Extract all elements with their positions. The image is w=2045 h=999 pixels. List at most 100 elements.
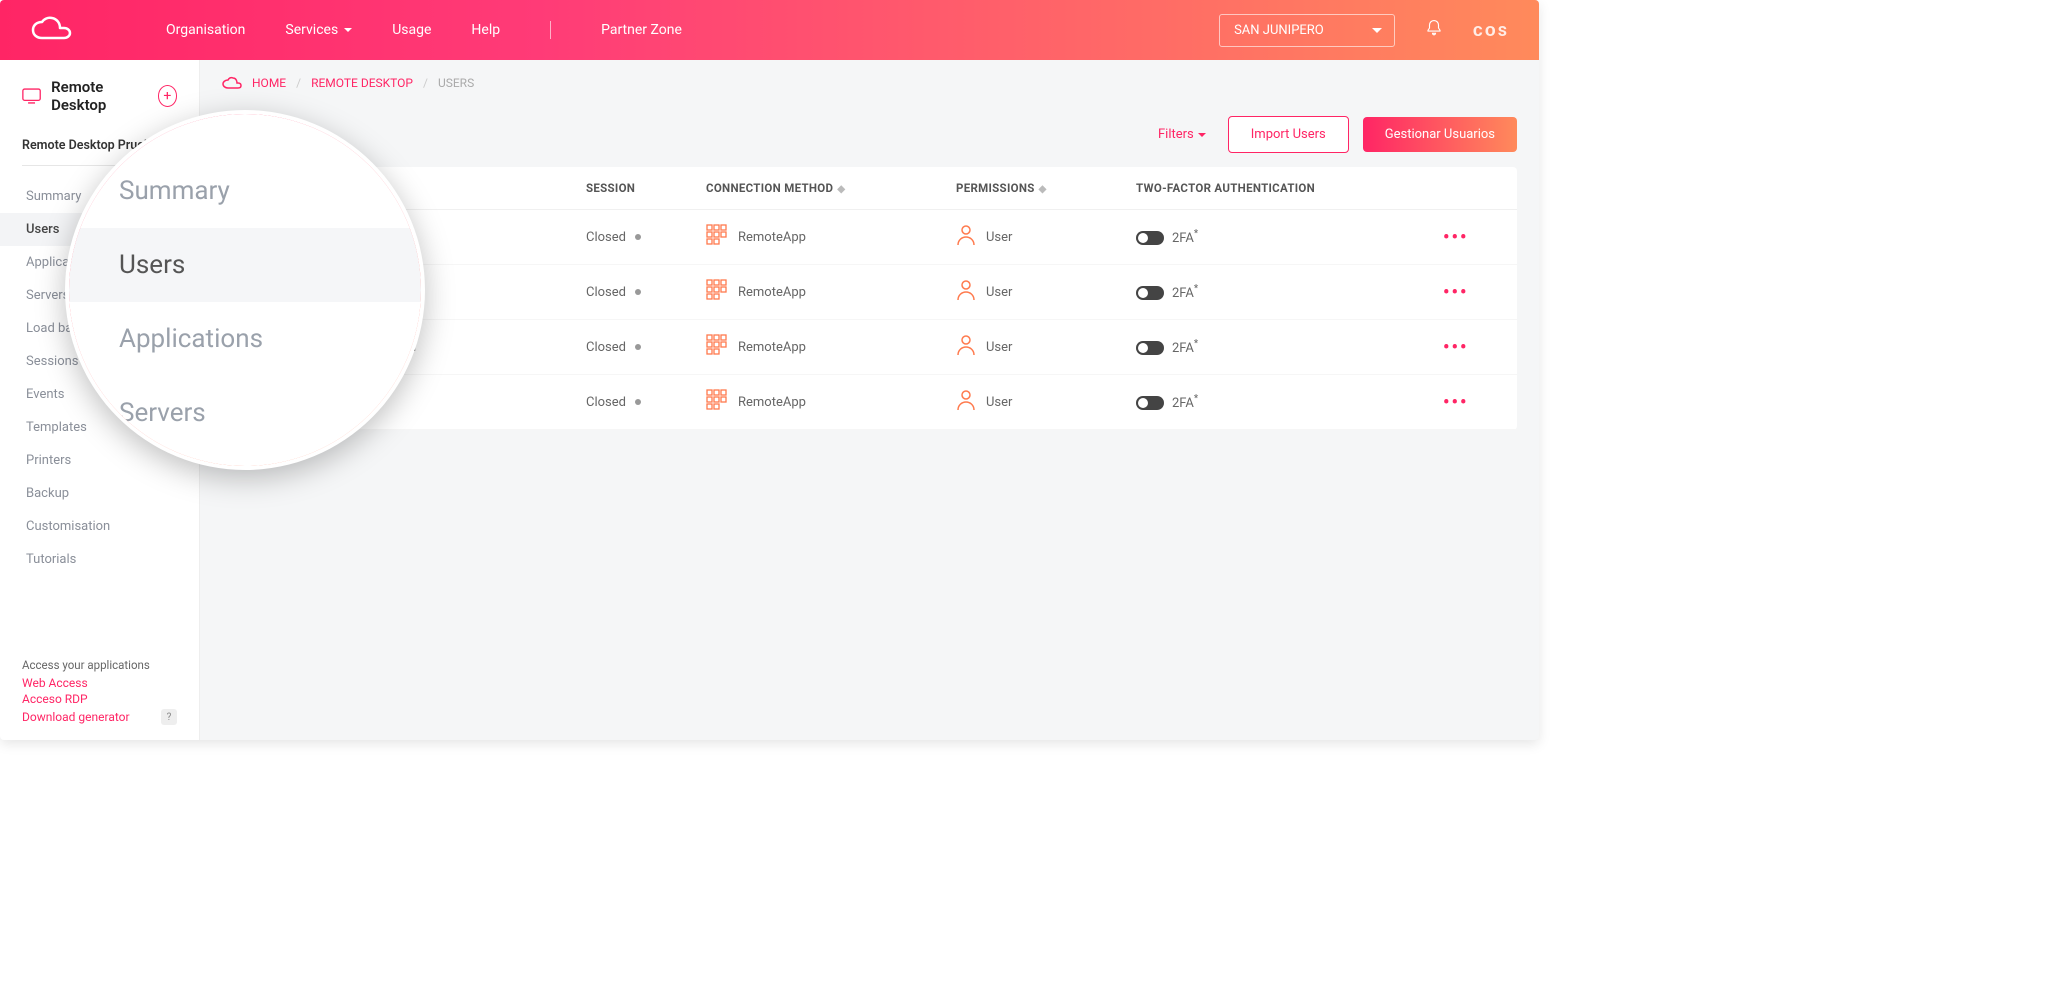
nav-organisation[interactable]: Organisation xyxy=(166,22,245,38)
cell-connection: RemoteApp xyxy=(706,334,956,360)
manage-users-button[interactable]: Gestionar Usuarios xyxy=(1363,117,1517,152)
cell-session: Closed xyxy=(586,285,706,300)
nav-help[interactable]: Help xyxy=(471,22,500,38)
col-header-actions xyxy=(1443,181,1493,195)
link-acceso-rdp[interactable]: Acceso RDP xyxy=(22,692,177,706)
col-header-permissions[interactable]: PERMISSIONS◆ xyxy=(956,181,1136,195)
breadcrumb-sep: / xyxy=(423,76,428,90)
nav-services[interactable]: Services xyxy=(285,22,352,38)
breadcrumb-remote-desktop[interactable]: REMOTE DESKTOP xyxy=(311,76,413,90)
row-actions-button[interactable]: ••• xyxy=(1443,282,1468,303)
cell-session: Closed xyxy=(586,340,706,355)
cell-permission: User xyxy=(956,279,1136,305)
remote-desktop-icon xyxy=(22,87,41,105)
chevron-down-icon xyxy=(1198,133,1206,141)
topbar-right: SAN JUNIPERO ᴄᴏs xyxy=(1219,14,1509,47)
nav-divider xyxy=(550,21,551,39)
magnifier-item: Servers xyxy=(119,376,421,450)
apps-grid-icon xyxy=(706,389,728,415)
cell-session: Closed xyxy=(586,230,706,245)
col-header-session[interactable]: SESSION xyxy=(586,181,706,195)
cell-actions: ••• xyxy=(1443,227,1493,248)
row-actions-button[interactable]: ••• xyxy=(1443,227,1468,248)
cloud-icon xyxy=(222,76,242,90)
filters-label: Filters xyxy=(1158,127,1194,142)
magnifier-overlay: SummaryUsersApplicationsServersad balanc… xyxy=(65,110,425,470)
col-header-connection[interactable]: CONNECTION METHOD ◆ xyxy=(706,181,956,195)
top-nav: Organisation Services Usage Help Partner… xyxy=(166,21,682,39)
breadcrumb-home[interactable]: HOME xyxy=(252,76,286,90)
tfa-toggle[interactable] xyxy=(1136,396,1164,410)
cell-tfa: 2FA* xyxy=(1136,338,1443,355)
col-header-connection-label: CONNECTION METHOD xyxy=(706,181,833,195)
bell-icon xyxy=(1425,19,1443,37)
user-icon xyxy=(956,224,976,250)
user-icon xyxy=(956,279,976,305)
breadcrumb-sep: / xyxy=(296,76,301,90)
top-bar: Organisation Services Usage Help Partner… xyxy=(0,0,1539,60)
import-users-button[interactable]: Import Users xyxy=(1228,116,1349,153)
row-actions-button[interactable]: ••• xyxy=(1443,337,1468,358)
status-dot-icon xyxy=(635,234,641,240)
sort-icon: ◆ xyxy=(837,184,845,195)
cell-connection: RemoteApp xyxy=(706,224,956,250)
breadcrumb: HOME / REMOTE DESKTOP / USERS xyxy=(222,76,1517,90)
tfa-label: 2FA* xyxy=(1172,286,1198,301)
cloud-logo-icon xyxy=(30,16,76,44)
cell-actions: ••• xyxy=(1443,392,1493,413)
tfa-toggle[interactable] xyxy=(1136,341,1164,355)
tfa-label: 2FA* xyxy=(1172,341,1198,356)
brand-mark-small: ᴄᴏs xyxy=(1473,20,1509,41)
col-header-permissions-label: PERMISSIONS xyxy=(956,181,1035,195)
link-download-generator[interactable]: Download generator xyxy=(22,710,130,724)
magnifier-item: Summary xyxy=(119,154,421,228)
user-icon xyxy=(956,334,976,360)
nav-usage[interactable]: Usage xyxy=(392,22,431,38)
sidebar-item-backup[interactable]: Backup xyxy=(0,477,199,510)
sidebar-title: Remote Desktop xyxy=(51,78,148,114)
cell-actions: ••• xyxy=(1443,282,1493,303)
add-remote-desktop-button[interactable]: + xyxy=(158,85,177,107)
tfa-toggle[interactable] xyxy=(1136,231,1164,245)
cell-permission: User xyxy=(956,224,1136,250)
breadcrumb-users: USERS xyxy=(438,76,474,90)
apps-grid-icon xyxy=(706,224,728,250)
tfa-toggle[interactable] xyxy=(1136,286,1164,300)
cell-connection: RemoteApp xyxy=(706,279,956,305)
status-dot-icon xyxy=(635,289,641,295)
cell-session: Closed xyxy=(586,395,706,410)
tfa-label: 2FA* xyxy=(1172,396,1198,411)
col-header-tfa[interactable]: TWO-FACTOR AUTHENTICATION xyxy=(1136,181,1443,195)
sidebar-footer-title: Access your applications xyxy=(22,658,177,672)
magnifier-item: Applications xyxy=(119,302,421,376)
cell-tfa: 2FA* xyxy=(1136,228,1443,245)
cell-permission: User xyxy=(956,389,1136,415)
magnifier-item: Users xyxy=(69,228,425,302)
help-chip[interactable]: ? xyxy=(161,709,177,725)
status-dot-icon xyxy=(635,344,641,350)
sidebar-item-customisation[interactable]: Customisation xyxy=(0,510,199,543)
chevron-down-icon xyxy=(344,28,352,36)
tfa-label: 2FA* xyxy=(1172,231,1198,246)
organisation-selector[interactable]: SAN JUNIPERO xyxy=(1219,14,1395,47)
apps-grid-icon xyxy=(706,334,728,360)
magnifier-list: SummaryUsersApplicationsServersad balanc… xyxy=(69,114,421,466)
cell-tfa: 2FA* xyxy=(1136,393,1443,410)
cell-permission: User xyxy=(956,334,1136,360)
apps-grid-icon xyxy=(706,279,728,305)
sidebar-item-tutorials[interactable]: Tutorials xyxy=(0,543,199,576)
filters-button[interactable]: Filters xyxy=(1158,127,1206,142)
cell-tfa: 2FA* xyxy=(1136,283,1443,300)
status-dot-icon xyxy=(635,399,641,405)
app-window: Organisation Services Usage Help Partner… xyxy=(0,0,1539,740)
nav-partner-zone[interactable]: Partner Zone xyxy=(601,22,682,38)
nav-services-label: Services xyxy=(285,22,338,38)
sidebar-footer: Access your applications Web Access Acce… xyxy=(0,648,199,726)
user-icon xyxy=(956,389,976,415)
cell-actions: ••• xyxy=(1443,337,1493,358)
cell-connection: RemoteApp xyxy=(706,389,956,415)
notifications-bell[interactable] xyxy=(1425,19,1443,41)
brand-logo[interactable] xyxy=(30,16,76,44)
row-actions-button[interactable]: ••• xyxy=(1443,392,1468,413)
link-web-access[interactable]: Web Access xyxy=(22,676,177,690)
